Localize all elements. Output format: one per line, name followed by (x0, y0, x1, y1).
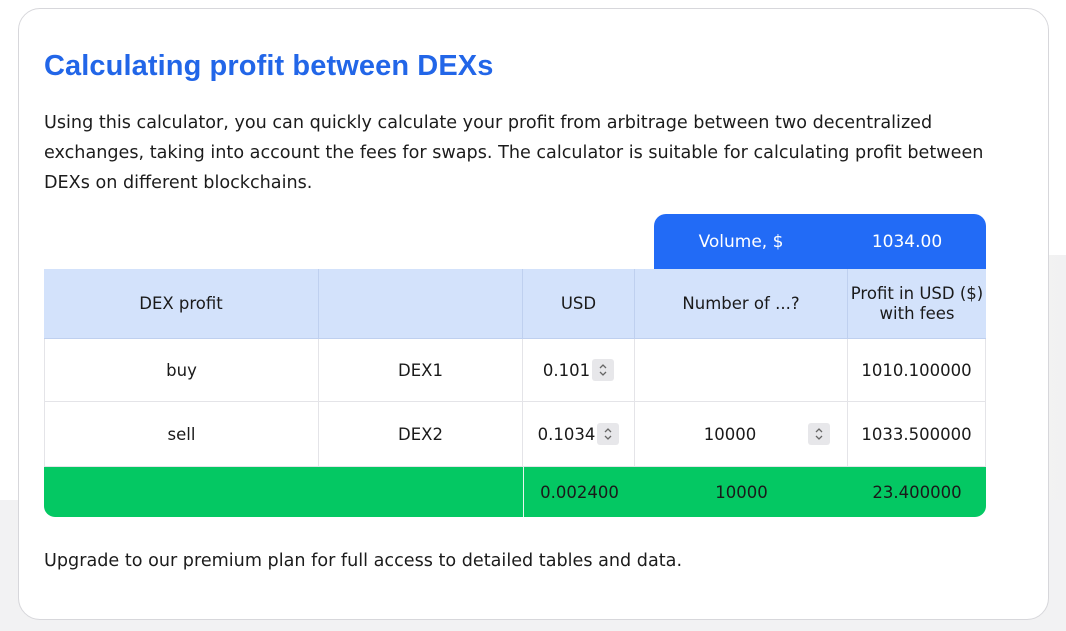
header-dex-profit: DEX profit (44, 269, 319, 339)
sell-usd-value: 0.1034 (537, 424, 596, 444)
header-usd: USD (523, 269, 635, 339)
row-sell-side: sell (44, 402, 319, 467)
row-buy-usd-cell: 0.101 (523, 339, 635, 402)
spinner-icon[interactable] (597, 423, 620, 445)
row-sell-dex: DEX2 (319, 402, 523, 467)
row-buy-dex: DEX1 (319, 339, 523, 402)
row-sell-profit: 1033.500000 (848, 402, 986, 467)
page-title: Calculating profit between DEXs (44, 50, 494, 82)
profit-table: DEX profit USD Number of ...? Profit in … (44, 269, 986, 517)
totals-usd: 0.002400 (523, 467, 635, 517)
header-profit-with-fees: Profit in USD ($) with fees (848, 269, 986, 339)
sell-qty-value: 10000 (703, 424, 757, 444)
totals-empty-1 (44, 467, 319, 517)
row-buy-qty (635, 339, 848, 402)
row-sell-qty-cell: 10000 (635, 402, 848, 467)
totals-qty: 10000 (635, 467, 848, 517)
totals-profit: 23.400000 (848, 467, 986, 517)
row-sell-usd-cell: 0.1034 (523, 402, 635, 467)
description-text: Using this calculator, you can quickly c… (44, 113, 984, 193)
buy-usd-value: 0.101 (542, 360, 591, 380)
totals-empty-2 (319, 467, 523, 517)
volume-value[interactable]: 1034.00 (828, 232, 986, 252)
volume-bar: Volume, $ 1034.00 (654, 214, 986, 270)
row-buy-side: buy (44, 339, 319, 402)
upgrade-note: Upgrade to our premium plan for full acc… (44, 551, 683, 571)
spinner-icon[interactable] (592, 359, 615, 381)
sell-qty-input[interactable]: 10000 (635, 423, 847, 445)
header-dex (319, 269, 523, 339)
sell-usd-input[interactable]: 0.1034 (523, 423, 634, 445)
spinner-icon[interactable] (808, 423, 830, 445)
header-number: Number of ...? (635, 269, 848, 339)
buy-usd-input[interactable]: 0.101 (523, 359, 634, 381)
volume-label: Volume, $ (698, 232, 784, 252)
row-buy-profit: 1010.100000 (848, 339, 986, 402)
